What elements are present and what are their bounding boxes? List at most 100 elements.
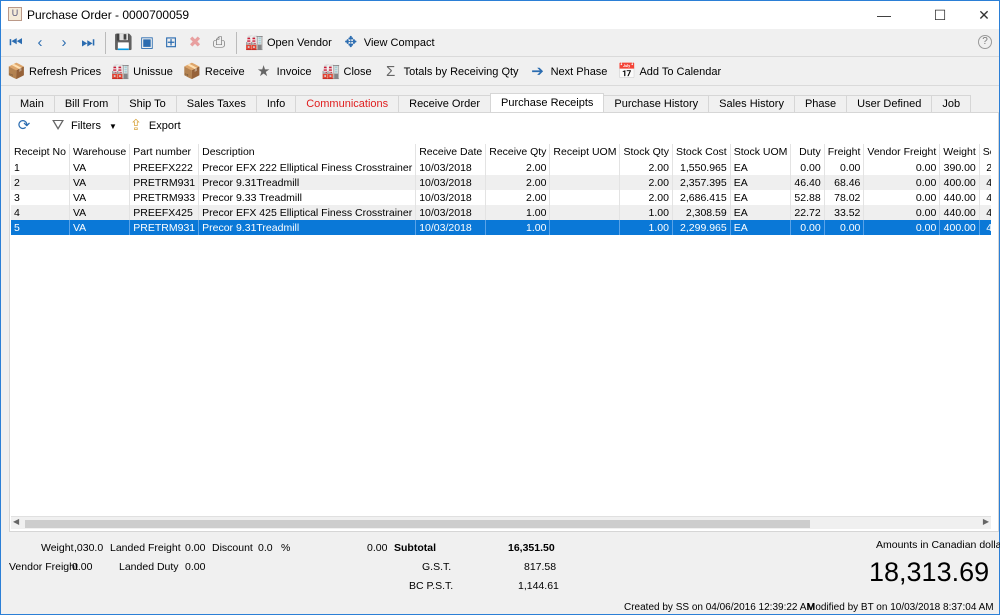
tab-communications[interactable]: Communications	[295, 95, 400, 112]
save-new-icon[interactable]: ⊞	[162, 34, 180, 52]
column-header[interactable]: Stock UOM	[730, 144, 792, 160]
totals-button[interactable]: Σ Totals by Receiving Qty	[382, 63, 519, 81]
table-cell: 440.00	[939, 190, 980, 205]
table-cell: 1.00	[485, 205, 551, 220]
scroll-left-icon[interactable]: ◀	[13, 517, 19, 526]
table-cell: 0.00	[790, 220, 825, 235]
table-cell: VA	[69, 160, 131, 175]
factory-icon: 🏭	[111, 63, 130, 80]
table-cell: 0.00	[824, 220, 865, 235]
last-record-icon[interactable]: ⏭	[79, 34, 97, 52]
table-cell: 0.00	[863, 205, 941, 220]
table-cell: EA	[730, 205, 792, 220]
tab-ship-to[interactable]: Ship To	[118, 95, 177, 112]
horizontal-scrollbar[interactable]: ◀ ▶	[11, 516, 991, 529]
column-header[interactable]: Part number	[129, 144, 200, 160]
close-window-button[interactable]: ✕	[961, 1, 1000, 29]
unissue-button[interactable]: 🏭 Unissue	[111, 63, 173, 81]
close-order-button[interactable]: 🏭 Close	[322, 63, 372, 81]
column-header[interactable]: Receive Date	[415, 144, 487, 160]
table-row[interactable]: 4 VA PREEFX425 Precor EFX 425 Elliptical Fi…	[11, 205, 991, 220]
tab-user-defined[interactable]: User Defined	[846, 95, 933, 112]
table-cell: 400.00	[939, 175, 980, 190]
column-header[interactable]: Warehouse	[69, 144, 131, 160]
landed-freight-label: Landed Freight	[110, 542, 181, 554]
column-header[interactable]: Receipt No	[11, 144, 70, 160]
open-vendor-button[interactable]: 🏭 Open Vendor	[245, 34, 332, 52]
scrollbar-thumb[interactable]	[25, 520, 810, 528]
tab-job[interactable]: Job	[931, 95, 972, 112]
next-phase-button[interactable]: ➔ Next Phase	[529, 63, 607, 81]
column-header[interactable]: Stock Cost	[672, 144, 731, 160]
tab-sales-history[interactable]: Sales History	[708, 95, 795, 112]
table-cell: 0.00	[863, 175, 941, 190]
tab-bill-from[interactable]: Bill From	[53, 95, 120, 112]
table-cell: Precor EFX 425 Elliptical Finess Crosstr…	[198, 205, 417, 220]
save-close-icon[interactable]: ▣	[138, 34, 156, 52]
refresh-prices-button[interactable]: 📦 Refresh Prices	[7, 63, 101, 81]
gst-label: G.S.T.	[422, 561, 452, 573]
table-row[interactable]: 2 VA PRETRM931 Precor 9.31Treadmill 10/03/20…	[11, 175, 991, 190]
table-cell: PRETRM931	[129, 175, 200, 190]
column-header[interactable]: Receive Qty	[485, 144, 551, 160]
delete-icon[interactable]: ✖	[186, 34, 204, 52]
column-header[interactable]: Receipt UOM	[549, 144, 621, 160]
help-icon[interactable]: ?	[978, 35, 992, 49]
tab-info[interactable]: Info	[255, 95, 297, 112]
title-bar: U Purchase Order - 0000700059 — ☐ ✕	[1, 1, 999, 29]
column-header[interactable]: Sell Price	[979, 144, 991, 160]
table-cell: 1.00	[619, 220, 673, 235]
tab-receive-order[interactable]: Receive Order	[398, 95, 492, 112]
minimize-button[interactable]: —	[861, 1, 907, 29]
tab-phase[interactable]: Phase	[793, 95, 848, 112]
table-row[interactable]: 1 VA PREEFX222 Precor EFX 222 Elliptical Fi…	[11, 160, 991, 175]
column-header[interactable]: Description	[198, 144, 417, 160]
table-cell: PRETRM931	[129, 220, 200, 235]
table-cell: 0.00	[863, 160, 941, 175]
receive-button[interactable]: 📦 Receive	[183, 63, 245, 81]
next-record-icon[interactable]: ›	[55, 34, 73, 52]
first-record-icon[interactable]: ⏮	[7, 34, 25, 52]
export-label: Export	[148, 120, 181, 132]
table-cell: 3	[11, 190, 70, 205]
factory-icon: 🏭	[245, 34, 264, 51]
add-calendar-label: Add To Calendar	[639, 66, 722, 78]
column-header[interactable]: Duty	[790, 144, 825, 160]
tab-purchase-receipts[interactable]: Purchase Receipts	[490, 93, 605, 112]
table-cell: 2	[11, 175, 70, 190]
maximize-button[interactable]: ☐	[917, 1, 963, 29]
scroll-right-icon[interactable]: ▶	[983, 517, 989, 526]
print-icon[interactable]: ⎙	[210, 34, 228, 52]
subtotal-value: 16,351.50	[508, 542, 555, 554]
column-header[interactable]: Freight	[824, 144, 865, 160]
export-button[interactable]: ⇪ Export	[127, 117, 181, 135]
refresh-prices-label: Refresh Prices	[29, 66, 102, 78]
refresh-prices-icon: 📦	[7, 63, 26, 80]
discount-percent-value[interactable]: 0.0	[258, 542, 273, 554]
add-calendar-button[interactable]: 📅 Add To Calendar	[617, 63, 721, 81]
toolbar-actions: 📦 Refresh Prices 🏭 Unissue 📦 Receive ★ Invoi…	[1, 59, 999, 86]
filters-button[interactable]: ⛛ Filters ▼	[49, 117, 117, 135]
column-header[interactable]: Stock Qty	[619, 144, 673, 160]
table-cell: 0.00	[863, 190, 941, 205]
previous-record-icon[interactable]: ‹	[31, 34, 49, 52]
view-compact-button[interactable]: ✥ View Compact	[342, 34, 435, 52]
table-row[interactable]: 5 VA PRETRM931 Precor 9.31Treadmill 10/03/20…	[11, 220, 991, 235]
filters-label: Filters	[71, 120, 101, 132]
tab-purchase-history[interactable]: Purchase History	[603, 95, 710, 112]
tab-sales-taxes[interactable]: Sales Taxes	[175, 95, 257, 112]
table-cell: EA	[730, 175, 792, 190]
save-icon[interactable]: 💾	[114, 34, 133, 52]
column-header[interactable]: Vendor Freight	[863, 144, 941, 160]
column-header[interactable]: Weight	[939, 144, 980, 160]
refresh-icon[interactable]: ⟳	[15, 117, 33, 135]
table-row[interactable]: 3 VA PRETRM933 Precor 9.33 Treadmill 10/03/2…	[11, 190, 991, 205]
discount-label: Discount	[212, 542, 253, 554]
table-cell: 4,399.00	[979, 205, 991, 220]
table-cell: 52.88	[790, 190, 825, 205]
receive-label: Receive	[204, 66, 245, 78]
invoice-button[interactable]: ★ Invoice	[255, 63, 312, 81]
tab-main[interactable]: Main	[9, 95, 55, 112]
created-info: Created by SS on 04/06/2016 12:39:22 AM	[624, 602, 815, 613]
currency-note: Amounts in Canadian dollars	[876, 539, 1000, 551]
